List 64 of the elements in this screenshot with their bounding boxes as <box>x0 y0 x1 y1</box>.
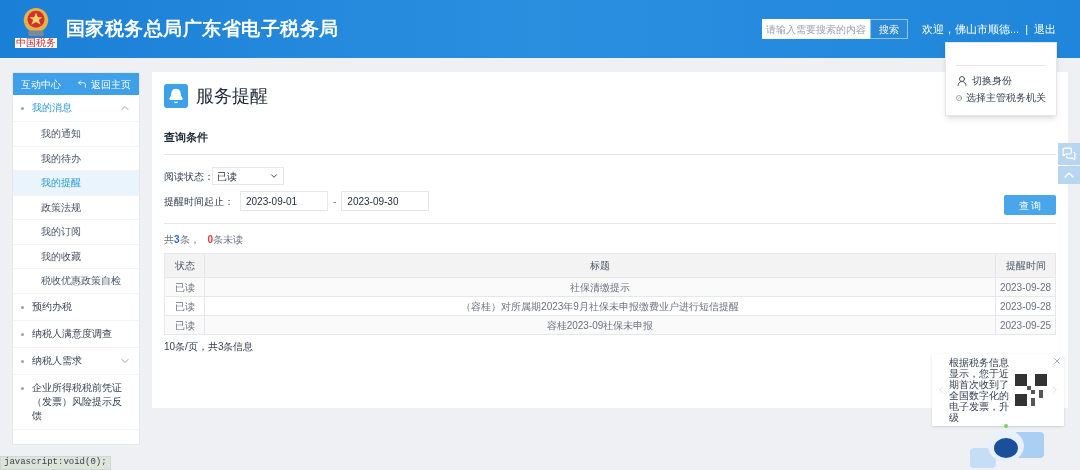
sidebar-group-item[interactable]: 预约办税 <box>13 293 139 321</box>
emblem-caption: 中国税务 <box>15 38 57 48</box>
table-header: 状态 <box>164 253 205 278</box>
bullet-icon <box>21 107 24 110</box>
sidebar-item[interactable]: 税收优惠政策自检 <box>13 269 139 294</box>
sidebar-title: 互动中心 <box>21 77 61 92</box>
page-title: 服务提醒 <box>196 84 268 108</box>
end-date-field[interactable]: 2023-09-30 <box>341 191 430 211</box>
search-field[interactable]: 请输入需要搜索的内容 <box>761 19 870 39</box>
back-arrow-icon <box>77 79 87 89</box>
qr-code-icon <box>1015 374 1047 406</box>
pagination-info: 10条/页，共3条信息 <box>164 340 255 354</box>
sidebar-item[interactable]: 我的订阅 <box>13 220 139 245</box>
sidebar-item[interactable]: 政策法规 <box>13 195 139 220</box>
sidebar-group-label: 纳税人需求 <box>32 353 82 368</box>
close-icon[interactable] <box>1052 356 1062 366</box>
table-cell: 已读 <box>164 296 205 316</box>
sidebar-group-item[interactable]: 纳税人满意度调查 <box>13 320 139 348</box>
sidebar-group-item[interactable]: 企业所得税税前凭证（发票）风险提示反馈 <box>13 374 139 430</box>
date-dash: - <box>333 194 337 209</box>
notice-text: 根据税务信息显示，您于近期首次收到了全国数字化的电子发票，升级 <box>949 357 1010 423</box>
sidebar-group-label: 纳税人满意度调查 <box>32 326 112 341</box>
read-status-select[interactable]: 已读 <box>212 167 284 185</box>
sidebar-group-label: 我的消息 <box>32 101 72 115</box>
date-range-label: 提醒时间起止： <box>164 194 235 209</box>
back-to-top-icon[interactable] <box>1058 166 1080 184</box>
table-cell: 已读 <box>164 277 205 297</box>
dropdown-menu-item[interactable]: 切换身份 <box>956 72 1046 89</box>
table-header: 标题 <box>204 253 996 278</box>
bullet-icon <box>21 332 24 336</box>
bullet-icon <box>21 305 24 309</box>
section-title: 查询条件 <box>164 131 208 143</box>
sidebar-group-item[interactable]: 纳税人需求 <box>13 347 139 375</box>
table-header: 提醒时间 <box>995 253 1056 278</box>
emblem-icon <box>21 6 51 38</box>
user-icon <box>956 74 968 87</box>
dropdown-menu-item[interactable]: 选择主管税务机关 <box>956 89 1046 106</box>
logout-link[interactable]: 退出 <box>1034 20 1056 38</box>
sidebar-item[interactable]: 我的通知 <box>13 122 139 147</box>
status-bar: javascript:void(0); <box>0 456 111 470</box>
record-summary: 共3条， 0条未读 <box>164 233 245 247</box>
search-button[interactable]: 搜索 <box>869 19 908 39</box>
sidebar-group-label: 企业所得税税前凭证（发票）风险提示反馈 <box>32 380 123 423</box>
table-cell: 2023-09-28 <box>995 296 1056 316</box>
table-cell: 容桂2023-09社保未申报 <box>204 315 996 335</box>
site-title: 国家税务总局广东省电子税务局 <box>66 16 339 41</box>
chat-icon[interactable] <box>1058 143 1080 165</box>
table-cell: （容桂）对所属期2023年9月社保未申报缴费业户进行短信提醒 <box>204 296 996 316</box>
bullet-icon <box>21 386 24 390</box>
start-date-field[interactable]: 2023-09-01 <box>240 191 328 211</box>
separator-text: | <box>1025 21 1028 37</box>
read-status-label: 阅读状态： <box>164 169 212 184</box>
next-icon[interactable] <box>1050 385 1060 395</box>
table-cell: 社保清缴提示 <box>204 277 996 297</box>
bullet-icon <box>21 359 24 363</box>
table-cell: 已读 <box>164 315 205 335</box>
welcome-link[interactable]: 欢迎，佛山市顺德... <box>921 20 1020 38</box>
table-cell: 2023-09-25 <box>995 315 1056 335</box>
dropdown-caret-icon <box>269 171 279 181</box>
bell-icon <box>164 84 188 108</box>
table-cell: 2023-09-28 <box>995 277 1056 297</box>
previous-icon[interactable] <box>936 385 946 395</box>
sidebar-item[interactable]: 我的收藏 <box>13 244 139 269</box>
sidebar-group-label: 预约办税 <box>32 299 72 314</box>
